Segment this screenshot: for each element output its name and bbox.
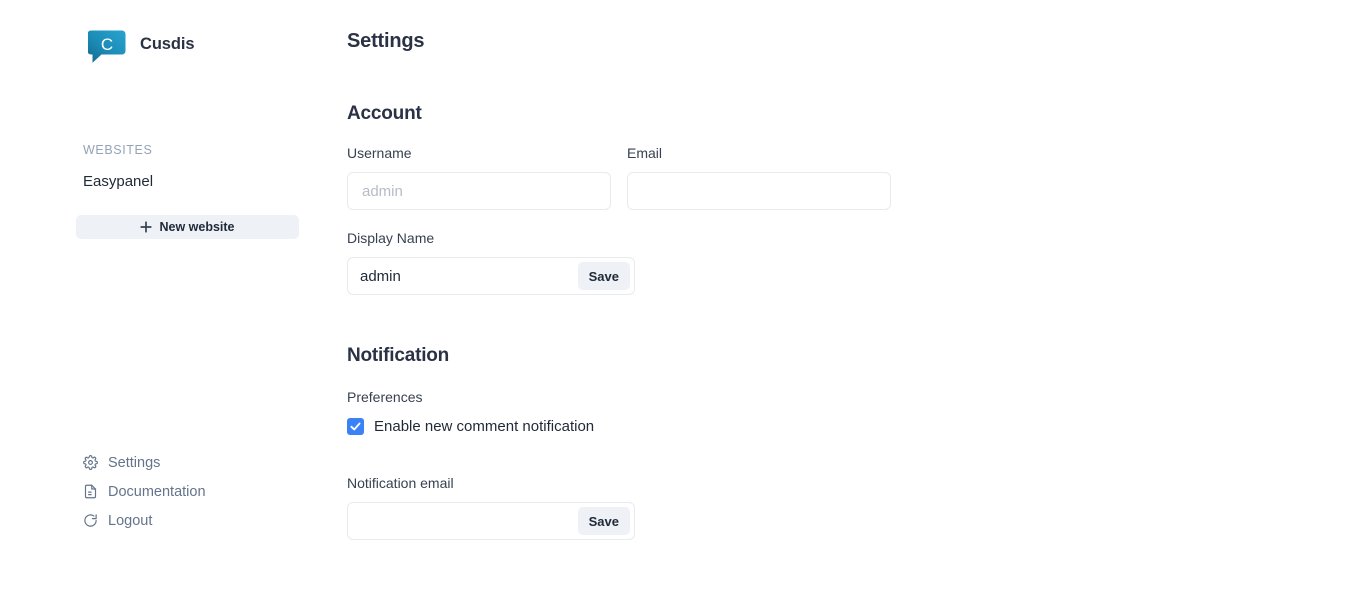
username-input[interactable] bbox=[347, 172, 611, 210]
email-label: Email bbox=[627, 145, 662, 161]
notification-email-field-group: Save bbox=[347, 502, 635, 540]
sidebar-item-logout[interactable]: Logout bbox=[83, 506, 303, 535]
preferences-label: Preferences bbox=[347, 389, 422, 405]
save-display-name-button[interactable]: Save bbox=[578, 262, 630, 290]
cusdis-speech-bubble-logo: C bbox=[88, 25, 126, 63]
display-name-input[interactable] bbox=[348, 258, 578, 294]
save-notification-email-button[interactable]: Save bbox=[578, 507, 630, 535]
enable-comment-notification-row[interactable]: Enable new comment notification bbox=[347, 418, 594, 435]
sidebar-item-logout-label: Logout bbox=[108, 513, 152, 529]
app-root: C Cusdis WEBSITES Easypanel New website bbox=[0, 0, 1365, 613]
display-name-label: Display Name bbox=[347, 230, 434, 246]
section-heading-notification: Notification bbox=[347, 345, 449, 367]
enable-comment-notification-checkbox[interactable] bbox=[347, 418, 364, 435]
new-website-button[interactable]: New website bbox=[76, 215, 299, 239]
display-name-field-group: Save bbox=[347, 257, 635, 295]
notification-email-label: Notification email bbox=[347, 475, 454, 491]
sidebar-item-settings[interactable]: Settings bbox=[83, 448, 303, 477]
document-icon bbox=[83, 484, 98, 499]
sidebar-item-documentation-label: Documentation bbox=[108, 484, 206, 500]
sidebar-item-settings-label: Settings bbox=[108, 455, 160, 471]
sidebar-section-label-websites: WEBSITES bbox=[83, 143, 152, 157]
plus-icon bbox=[140, 221, 152, 233]
gear-icon bbox=[83, 455, 98, 470]
notification-email-input[interactable] bbox=[348, 503, 578, 539]
enable-comment-notification-label[interactable]: Enable new comment notification bbox=[374, 418, 594, 435]
brand-name: Cusdis bbox=[140, 35, 194, 54]
email-input[interactable] bbox=[627, 172, 891, 210]
sidebar-item-website-easypanel[interactable]: Easypanel bbox=[77, 171, 159, 192]
sidebar-item-documentation[interactable]: Documentation bbox=[83, 477, 303, 506]
main-content: Settings Account Username Email Display … bbox=[347, 0, 1365, 613]
section-heading-account: Account bbox=[347, 103, 422, 125]
check-icon bbox=[349, 420, 362, 433]
new-website-button-label: New website bbox=[159, 220, 234, 234]
svg-text:C: C bbox=[101, 35, 113, 54]
username-label: Username bbox=[347, 145, 412, 161]
sidebar: C Cusdis WEBSITES Easypanel New website bbox=[0, 0, 320, 613]
logout-icon bbox=[83, 513, 98, 528]
page-title: Settings bbox=[347, 30, 424, 53]
sidebar-bottom-nav: Settings Documentation bbox=[83, 448, 303, 535]
brand[interactable]: C Cusdis bbox=[88, 25, 194, 63]
